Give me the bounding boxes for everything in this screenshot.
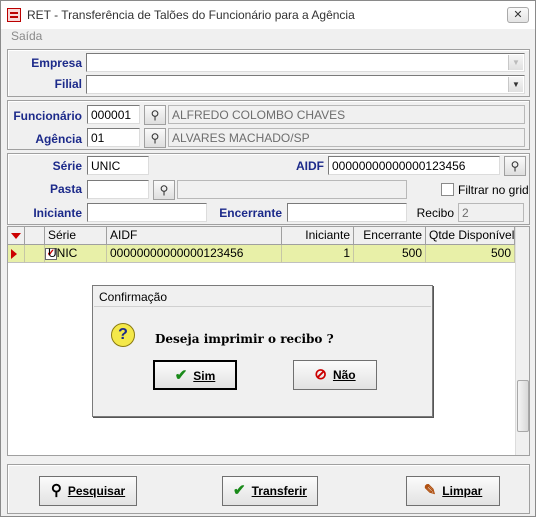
dialog-title: Confirmação xyxy=(94,287,431,307)
check-icon: ✔ xyxy=(174,367,188,384)
check-icon: ✔ xyxy=(233,482,246,499)
question-icon: ? xyxy=(111,323,135,347)
empresa-combo[interactable]: ▼ xyxy=(86,53,525,72)
col-header-iniciante[interactable]: Iniciante xyxy=(282,227,354,245)
empresa-label: Empresa xyxy=(31,56,82,70)
serie-value: UNIC xyxy=(91,159,121,173)
yes-label: Sim xyxy=(193,369,216,383)
filtrar-label: Filtrar no grid xyxy=(458,183,529,197)
agencia-code-input[interactable]: 01 xyxy=(87,128,140,147)
cell-encerrante: 500 xyxy=(354,245,426,263)
binoculars-icon[interactable]: ⚲ xyxy=(144,105,166,125)
recibo-value: 2 xyxy=(462,206,469,220)
grid-indicator-header xyxy=(8,227,25,245)
iniciante-label: Iniciante xyxy=(33,206,82,220)
menu-bar: Saída xyxy=(1,29,535,45)
chevron-down-icon: ▼ xyxy=(508,77,523,92)
close-button[interactable]: ✕ xyxy=(507,7,529,23)
grid-vertical-scrollbar[interactable] xyxy=(515,227,529,455)
funcionario-name-field: ALFREDO COLOMBO CHAVES xyxy=(168,105,525,124)
recibo-label: Recibo xyxy=(416,206,454,220)
binoculars-icon: ⚲ xyxy=(50,482,62,499)
aidf-label: AIDF xyxy=(296,159,324,173)
pasta-input[interactable] xyxy=(87,180,149,199)
filtrar-checkbox[interactable] xyxy=(441,183,454,196)
aidf-input[interactable]: 00000000000000123456 xyxy=(328,156,500,175)
sort-indicator-icon xyxy=(11,233,21,239)
aidf-value: 00000000000000123456 xyxy=(332,159,466,173)
no-label: Não xyxy=(332,368,356,382)
table-row[interactable]: ✓ UNIC 00000000000000123456 1 500 500 xyxy=(8,245,515,263)
cell-qtde: 500 xyxy=(426,245,515,263)
no-button[interactable]: ⊘ Não xyxy=(293,360,377,390)
row-check-cell[interactable]: ✓ xyxy=(25,245,57,263)
binoculars-icon[interactable]: ⚲ xyxy=(153,180,175,200)
filial-label: Filial xyxy=(54,77,82,91)
filial-combo[interactable]: ▼ xyxy=(86,75,525,94)
forbidden-icon: ⊘ xyxy=(314,366,327,383)
funcionario-label: Funcionário xyxy=(13,109,82,123)
serie-label: Série xyxy=(52,159,82,173)
agencia-label: Agência xyxy=(35,132,82,146)
chevron-down-icon: ▼ xyxy=(508,55,523,70)
col-header-qtde[interactable]: Qtde Disponível xyxy=(426,227,515,245)
row-indicator-cell xyxy=(8,245,25,263)
col-header-aidf[interactable]: AIDF xyxy=(107,227,282,245)
menu-item-saida[interactable]: Saída xyxy=(11,29,42,43)
cell-serie: UNIC xyxy=(45,245,107,263)
eraser-icon: ✎ xyxy=(423,482,437,499)
col-header-serie[interactable]: Série xyxy=(45,227,107,245)
agencia-name-value: ALVARES MACHADO/SP xyxy=(172,131,310,145)
cell-aidf: 00000000000000123456 xyxy=(107,245,282,263)
funcionario-name-value: ALFREDO COLOMBO CHAVES xyxy=(172,108,346,122)
title-bar: RET - Transferência de Talões do Funcion… xyxy=(1,1,535,29)
funcionario-code-input[interactable]: 000001 xyxy=(87,105,140,124)
binoculars-icon[interactable]: ⚲ xyxy=(504,156,526,176)
pesquisar-button[interactable]: ⚲ Pesquisar xyxy=(39,476,137,506)
funcionario-code-value: 000001 xyxy=(91,108,132,122)
dialog-message: Deseja imprimir o recibo ? xyxy=(155,332,334,346)
confirm-dialog: Confirmação ? Deseja imprimir o recibo ?… xyxy=(92,285,433,417)
limpar-label: Limpar xyxy=(442,484,483,498)
encerrante-label: Encerrante xyxy=(219,206,282,220)
grid-header: Série AIDF Iniciante Encerrante Qtde Dis… xyxy=(8,227,515,245)
limpar-button[interactable]: ✎ Limpar xyxy=(406,476,500,506)
encerrante-input[interactable] xyxy=(287,203,407,222)
pasta-description-field xyxy=(177,180,407,199)
company-group: Empresa ▼ Filial ▼ xyxy=(7,49,530,97)
recibo-field: 2 xyxy=(458,203,524,222)
origin-group: Funcionário 000001 ⚲ ALFREDO COLOMBO CHA… xyxy=(7,100,530,150)
agencia-code-value: 01 xyxy=(91,131,105,145)
search-group: Série UNIC AIDF 00000000000000123456 ⚲ P… xyxy=(7,153,530,225)
agencia-name-field: ALVARES MACHADO/SP xyxy=(168,128,525,147)
iniciante-input[interactable] xyxy=(87,203,207,222)
action-bar: ⚲ Pesquisar ✔ Transferir ✎ Limpar xyxy=(7,464,530,514)
transferir-label: Transferir xyxy=(251,484,307,498)
window-title: RET - Transferência de Talões do Funcion… xyxy=(27,8,355,22)
app-icon xyxy=(7,8,21,22)
pesquisar-label: Pesquisar xyxy=(67,484,126,498)
row-pointer-icon xyxy=(11,249,17,259)
pasta-label: Pasta xyxy=(49,182,82,196)
serie-input[interactable]: UNIC xyxy=(87,156,149,175)
yes-button[interactable]: ✔ Sim xyxy=(153,360,237,390)
binoculars-icon[interactable]: ⚲ xyxy=(144,128,166,148)
main-window: RET - Transferência de Talões do Funcion… xyxy=(0,0,536,517)
scrollbar-thumb[interactable] xyxy=(517,380,529,432)
grid-check-header xyxy=(25,227,45,245)
transferir-button[interactable]: ✔ Transferir xyxy=(222,476,318,506)
cell-iniciante: 1 xyxy=(282,245,354,263)
col-header-encerrante[interactable]: Encerrante xyxy=(354,227,426,245)
